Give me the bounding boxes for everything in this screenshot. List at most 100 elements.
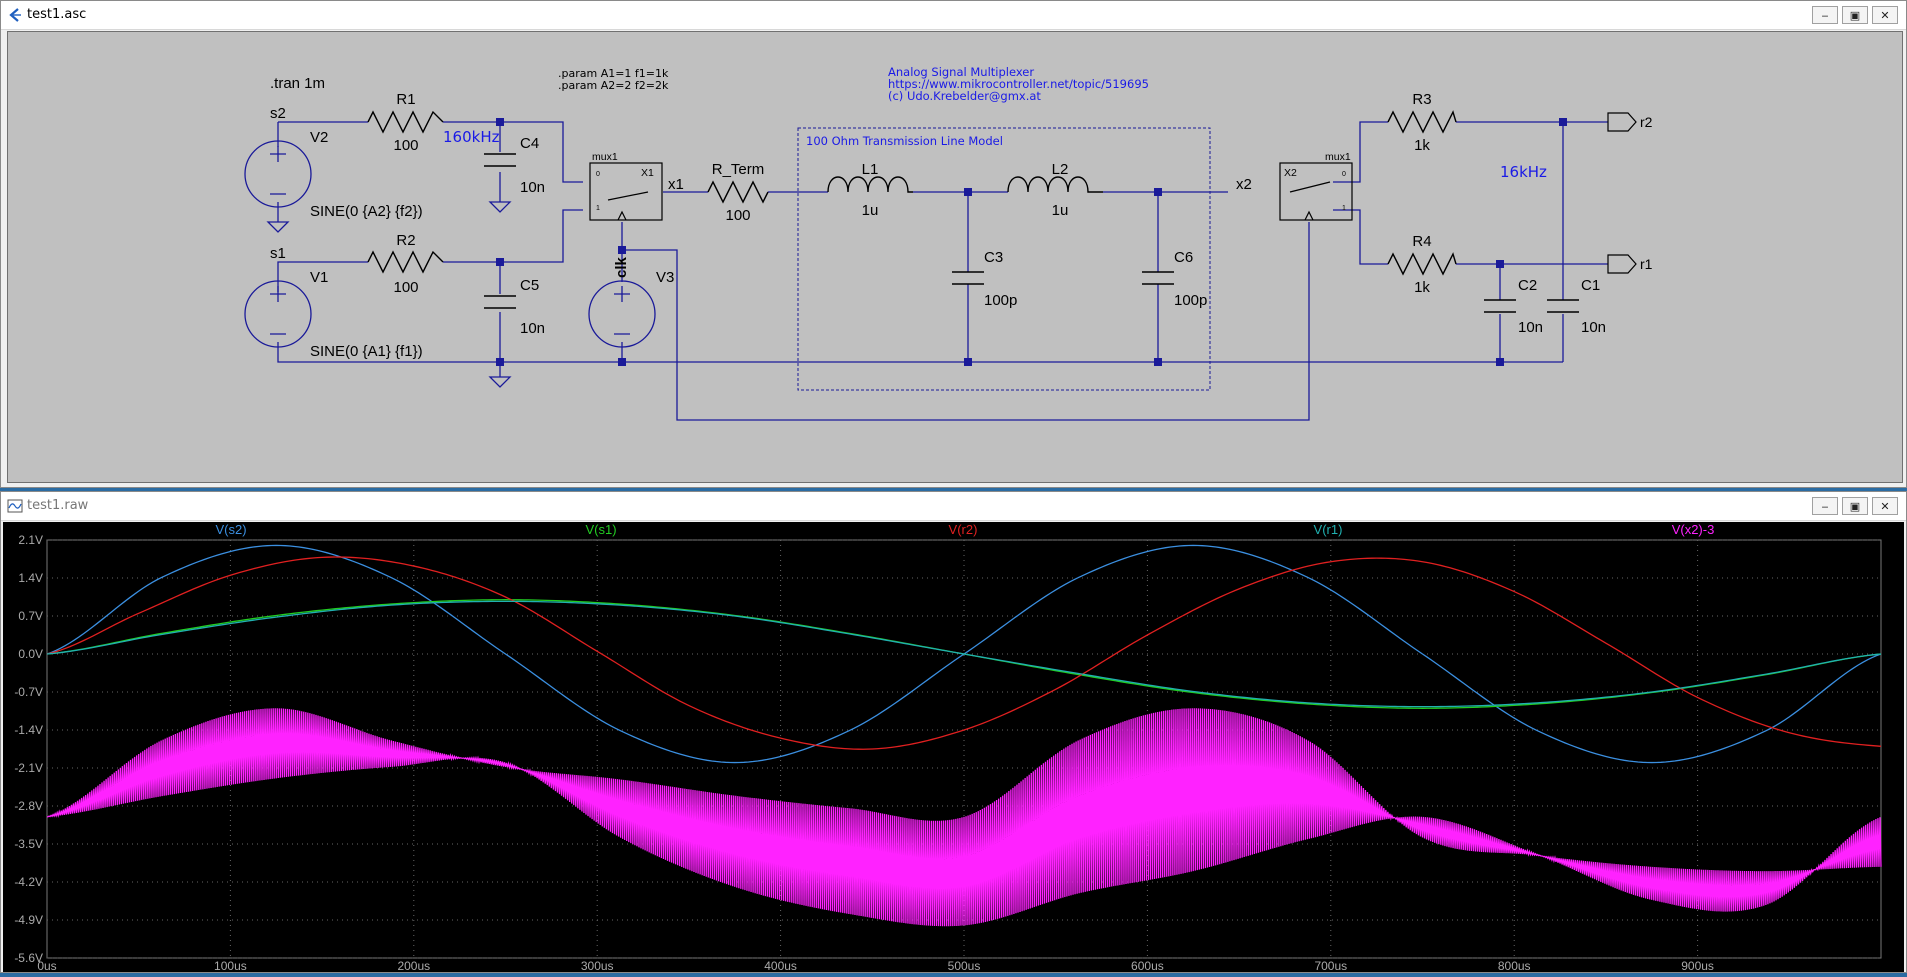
y-tick-label: -1.4V xyxy=(14,723,43,737)
x-tick-label: 900us xyxy=(1681,959,1714,972)
V3-name[interactable]: V3 xyxy=(656,269,674,286)
X1-name[interactable]: X1 xyxy=(641,167,654,179)
x-tick-label: 500us xyxy=(948,959,981,972)
net-label-r1[interactable]: r1 xyxy=(1640,256,1653,272)
X2-name[interactable]: X2 xyxy=(1284,167,1297,179)
net-label-clk[interactable]: clk xyxy=(613,256,630,278)
trace-label-v-s2[interactable]: V(s2) xyxy=(215,522,246,537)
schematic-minimize-button[interactable]: ‒ xyxy=(1812,6,1838,24)
schematic-window[interactable]: test1.asc ‒ ▣ ✕ .tran 1m .param A1=1 f1=… xyxy=(0,0,1907,488)
x-tick-label: 800us xyxy=(1498,959,1531,972)
waveform-plot-area[interactable]: 2.1V 1.4V 0.7V 0.0V -0.7V -1.4V -2.1V -2.8V -3.5… xyxy=(3,522,1904,973)
port-flags xyxy=(1607,112,1637,274)
freq-note-right[interactable]: 16kHz xyxy=(1500,163,1547,181)
C4-name[interactable]: C4 xyxy=(520,135,539,152)
X2-pin-0: 0 xyxy=(1342,171,1346,178)
C5-value[interactable]: 10n xyxy=(520,320,545,337)
L2-name[interactable]: L2 xyxy=(1052,161,1069,178)
y-tick-label: 1.4V xyxy=(18,571,43,585)
y-tick-label: -0.7V xyxy=(14,685,43,699)
schematic-titlebar[interactable]: test1.asc ‒ ▣ ✕ xyxy=(1,1,1906,30)
R2-name[interactable]: R2 xyxy=(396,232,415,249)
C6-value[interactable]: 100p xyxy=(1174,292,1207,309)
y-tick-label: -2.1V xyxy=(14,761,43,775)
C2-name[interactable]: C2 xyxy=(1518,277,1537,294)
x-tick-label: 400us xyxy=(764,959,797,972)
schematic-drawing: .tran 1m .param A1=1 f1=1k .param A2=2 f… xyxy=(244,65,1653,421)
x-tick-label: 700us xyxy=(1314,959,1347,972)
V2-name[interactable]: V2 xyxy=(310,129,328,146)
y-tick-label: -3.5V xyxy=(14,837,43,851)
X1-pin-0: 0 xyxy=(596,171,600,178)
x-tick-label: 0us xyxy=(37,959,56,972)
R2-value[interactable]: 100 xyxy=(393,279,418,296)
y-tick-label: -2.8V xyxy=(14,799,43,813)
waveform-restore-button[interactable]: ▣ xyxy=(1842,497,1868,515)
C1-value[interactable]: 10n xyxy=(1581,319,1606,336)
V1-name[interactable]: V1 xyxy=(310,269,328,286)
C5-name[interactable]: C5 xyxy=(520,277,539,294)
C4-value[interactable]: 10n xyxy=(520,179,545,196)
tline-box xyxy=(797,127,1211,391)
L2-value[interactable]: 1u xyxy=(1052,202,1069,219)
C3-value[interactable]: 100p xyxy=(984,292,1017,309)
waveform-titlebar[interactable]: test1.raw ‒ ▣ ✕ xyxy=(1,492,1906,521)
x-tick-label: 300us xyxy=(581,959,614,972)
schematic-close-button[interactable]: ✕ xyxy=(1872,6,1898,24)
R3-value[interactable]: 1k xyxy=(1414,137,1430,154)
junction-dots xyxy=(496,118,1567,366)
wires xyxy=(277,121,1608,421)
voltage-sources xyxy=(244,140,656,348)
x-tick-label: 100us xyxy=(214,959,247,972)
L1-name[interactable]: L1 xyxy=(862,161,879,178)
R_Term-name[interactable]: R_Term xyxy=(712,161,765,178)
comment-line-3[interactable]: (c) Udo.Krebelder@gmx.at xyxy=(888,89,1041,103)
waveform-window-title: test1.raw xyxy=(27,498,89,513)
C1-name[interactable]: C1 xyxy=(1581,277,1600,294)
net-label-x1[interactable]: x1 xyxy=(668,176,684,193)
R1-name[interactable]: R1 xyxy=(396,91,415,108)
R_Term-value[interactable]: 100 xyxy=(725,207,750,224)
net-label-s1[interactable]: s1 xyxy=(270,245,286,262)
y-tick-label: 2.1V xyxy=(18,533,43,547)
y-tick-label: 0.7V xyxy=(18,609,43,623)
y-tick-label: -4.9V xyxy=(14,913,43,927)
waveform-window[interactable]: test1.raw ‒ ▣ ✕ 2.1V 1.4V 0.7V 0.0V -0.7V -1.… xyxy=(0,491,1907,973)
X2-pin-1: 1 xyxy=(1342,205,1346,212)
net-label-s2[interactable]: s2 xyxy=(270,105,286,122)
y-tick-label: -4.2V xyxy=(14,875,43,889)
V2-value[interactable]: SINE(0 {A2} {f2}) xyxy=(310,203,423,220)
schematic-restore-button[interactable]: ▣ xyxy=(1842,6,1868,24)
C2-value[interactable]: 10n xyxy=(1518,319,1543,336)
C3-name[interactable]: C3 xyxy=(984,249,1003,266)
waveform-close-button[interactable]: ✕ xyxy=(1872,497,1898,515)
x-tick-label: 600us xyxy=(1131,959,1164,972)
schematic-app-icon xyxy=(9,8,21,22)
net-label-r2[interactable]: r2 xyxy=(1640,114,1653,130)
freq-note-left[interactable]: 160kHz xyxy=(443,128,500,146)
X2-model[interactable]: mux1 xyxy=(1325,151,1351,163)
tran-directive[interactable]: .tran 1m xyxy=(270,75,325,92)
R4-value[interactable]: 1k xyxy=(1414,279,1430,296)
R1-value[interactable]: 100 xyxy=(393,137,418,154)
V1-value[interactable]: SINE(0 {A1} {f1}) xyxy=(310,343,423,360)
C6-name[interactable]: C6 xyxy=(1174,249,1193,266)
R4-name[interactable]: R4 xyxy=(1412,233,1431,250)
trace-label-v-x2-3[interactable]: V(x2)-3 xyxy=(1672,522,1715,537)
X1-model[interactable]: mux1 xyxy=(592,151,618,163)
schematic-canvas[interactable]: .tran 1m .param A1=1 f1=1k .param A2=2 f… xyxy=(7,31,1903,483)
waveform-app-icon xyxy=(7,499,23,513)
waveform-minimize-button[interactable]: ‒ xyxy=(1812,497,1838,515)
R3-name[interactable]: R3 xyxy=(1412,91,1431,108)
param-directive-2[interactable]: .param A2=2 f2=2k xyxy=(558,79,669,92)
X1-pin-1: 1 xyxy=(596,205,600,212)
y-tick-label: 0.0V xyxy=(18,647,43,661)
tline-label[interactable]: 100 Ohm Transmission Line Model xyxy=(806,134,1003,148)
L1-value[interactable]: 1u xyxy=(862,202,879,219)
net-label-x2[interactable]: x2 xyxy=(1236,176,1252,193)
trace-label-v-s1[interactable]: V(s1) xyxy=(585,522,616,537)
trace-label-v-r1[interactable]: V(r1) xyxy=(1314,522,1343,537)
x-tick-label: 200us xyxy=(397,959,430,972)
waveform-chart[interactable]: 2.1V 1.4V 0.7V 0.0V -0.7V -1.4V -2.1V -2.8V -3.5… xyxy=(3,522,1904,973)
trace-label-v-r2[interactable]: V(r2) xyxy=(949,522,978,537)
